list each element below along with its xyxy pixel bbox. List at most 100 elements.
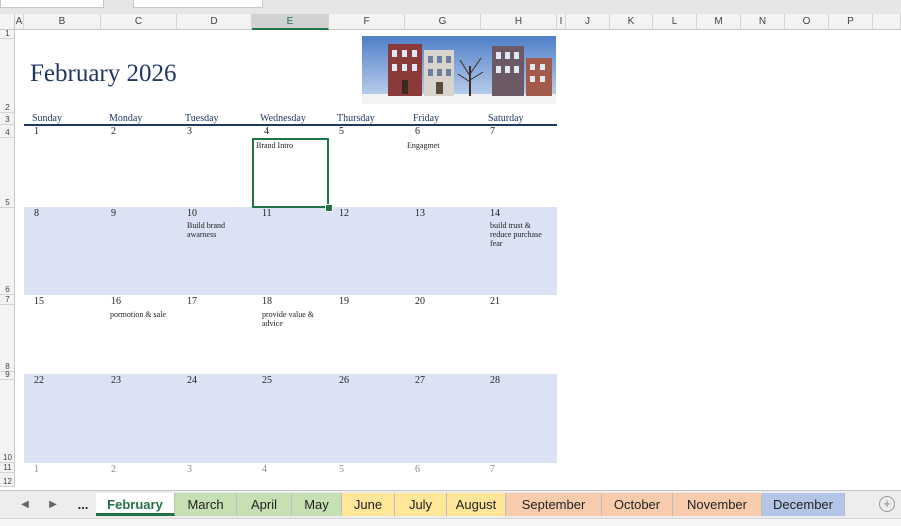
tab-october[interactable]: October xyxy=(602,493,673,516)
column-header-n[interactable]: N xyxy=(741,14,785,30)
column-header-o[interactable]: O xyxy=(785,14,829,30)
tab-may[interactable]: May xyxy=(292,493,342,516)
day-number[interactable]: 24 xyxy=(187,375,197,386)
day-number[interactable]: 2 xyxy=(111,126,116,137)
column-header-f[interactable]: F xyxy=(329,14,405,30)
day-note[interactable]: Build brand awarness xyxy=(187,221,242,239)
fill-handle[interactable] xyxy=(325,204,333,212)
day-number[interactable]: 25 xyxy=(262,375,272,386)
day-number[interactable]: 18 xyxy=(262,296,272,307)
column-header-h[interactable]: H xyxy=(481,14,557,30)
day-number[interactable]: 27 xyxy=(415,375,425,386)
row-header-1[interactable]: 1 xyxy=(0,29,15,39)
select-all-corner[interactable] xyxy=(0,14,15,30)
row-number: 9 xyxy=(5,370,10,379)
row-header-4[interactable]: 4 xyxy=(0,125,15,138)
day-number[interactable]: 3 xyxy=(187,464,192,475)
column-header-j[interactable]: J xyxy=(566,14,610,30)
weekday-saturday: Saturday xyxy=(488,113,524,124)
row-header-12[interactable]: 12 xyxy=(0,473,15,487)
more-tabs-button[interactable]: ... xyxy=(70,493,96,516)
column-header-d[interactable]: D xyxy=(177,14,252,30)
day-number[interactable]: 1 xyxy=(34,464,39,475)
row-header-6[interactable]: 6 xyxy=(0,208,15,295)
day-number[interactable]: 9 xyxy=(111,208,116,219)
row-number: 7 xyxy=(5,295,10,304)
day-number[interactable]: 22 xyxy=(34,375,44,386)
weekday-thursday: Thursday xyxy=(337,113,375,124)
day-number[interactable]: 17 xyxy=(187,296,197,307)
day-number[interactable]: 5 xyxy=(339,126,344,137)
day-number[interactable]: 26 xyxy=(339,375,349,386)
scroll-tabs-right-icon[interactable]: ▶ xyxy=(46,493,60,516)
row-header-5[interactable]: 5 xyxy=(0,138,15,208)
day-number[interactable]: 21 xyxy=(490,296,500,307)
row-header-8[interactable]: 8 xyxy=(0,305,15,372)
row-number: 10 xyxy=(3,453,12,462)
column-header-l[interactable]: L xyxy=(653,14,697,30)
weekday-monday: Monday xyxy=(109,113,143,124)
row-number: 6 xyxy=(5,285,10,294)
add-sheet-icon[interactable]: + xyxy=(879,496,895,512)
tab-june[interactable]: June xyxy=(342,493,395,516)
tab-august[interactable]: August xyxy=(447,493,506,516)
row-header-7[interactable]: 7 xyxy=(0,295,15,305)
row-header-9[interactable]: 9 xyxy=(0,370,15,380)
day-number[interactable]: 7 xyxy=(490,464,495,475)
day-number[interactable]: 23 xyxy=(111,375,121,386)
day-number[interactable]: 10 xyxy=(187,208,197,219)
day-number[interactable]: 2 xyxy=(111,464,116,475)
day-number[interactable]: 12 xyxy=(339,208,349,219)
scroll-tabs-left-icon[interactable]: ◀ xyxy=(18,493,32,516)
tab-september[interactable]: September xyxy=(506,493,602,516)
page-title: February 2026 xyxy=(30,60,177,87)
day-number[interactable]: 11 xyxy=(262,208,272,219)
town-houses-picture xyxy=(362,36,556,104)
day-number[interactable]: 8 xyxy=(34,208,39,219)
weekday-wednesday: Wednesday xyxy=(260,113,306,124)
day-number[interactable]: 20 xyxy=(415,296,425,307)
tab-february[interactable]: February xyxy=(96,493,175,516)
day-note[interactable]: build trust & reduce purchase fear xyxy=(490,221,552,248)
tab-december[interactable]: December xyxy=(762,493,845,516)
row-header-11[interactable]: 11 xyxy=(0,463,15,473)
formula-input[interactable] xyxy=(133,0,263,8)
row-number: 4 xyxy=(5,128,10,137)
day-note[interactable]: Engagmet xyxy=(407,141,477,150)
day-number[interactable]: 4 xyxy=(262,464,267,475)
column-header-c[interactable]: C xyxy=(101,14,177,30)
row-number: 2 xyxy=(5,103,10,112)
day-number[interactable]: 19 xyxy=(339,296,349,307)
tab-july[interactable]: July xyxy=(395,493,447,516)
day-number[interactable]: 15 xyxy=(34,296,44,307)
column-header-k[interactable]: K xyxy=(610,14,653,30)
active-cell-selection[interactable] xyxy=(252,138,329,208)
day-number[interactable]: 16 xyxy=(111,296,121,307)
day-note[interactable]: provide value & advice xyxy=(262,310,324,328)
column-header-m[interactable]: M xyxy=(697,14,741,30)
day-number[interactable]: 13 xyxy=(415,208,425,219)
column-header-a[interactable]: A xyxy=(15,14,24,30)
column-header-b[interactable]: B xyxy=(24,14,101,30)
day-number[interactable]: 4 xyxy=(264,126,269,137)
day-number[interactable]: 7 xyxy=(490,126,495,137)
day-number[interactable]: 3 xyxy=(187,126,192,137)
day-number[interactable]: 6 xyxy=(415,126,420,137)
day-number[interactable]: 6 xyxy=(415,464,420,475)
column-header-g[interactable]: G xyxy=(405,14,481,30)
day-number[interactable]: 28 xyxy=(490,375,500,386)
tab-april[interactable]: April xyxy=(237,493,292,516)
tab-november[interactable]: November xyxy=(673,493,762,516)
row-header-10[interactable]: 10 xyxy=(0,380,15,463)
row-header-2[interactable]: 2 xyxy=(0,39,15,113)
day-note[interactable]: pormotion & sale xyxy=(110,310,180,319)
tab-march[interactable]: March xyxy=(175,493,237,516)
column-header-p[interactable]: P xyxy=(829,14,873,30)
day-number[interactable]: 5 xyxy=(339,464,344,475)
name-box[interactable] xyxy=(0,0,104,8)
row-header-3[interactable]: 3 xyxy=(0,113,15,125)
column-header-e[interactable]: E xyxy=(252,14,329,30)
day-number[interactable]: 14 xyxy=(490,208,500,219)
day-number[interactable]: 1 xyxy=(34,126,39,137)
column-header-i[interactable]: I xyxy=(557,14,566,30)
